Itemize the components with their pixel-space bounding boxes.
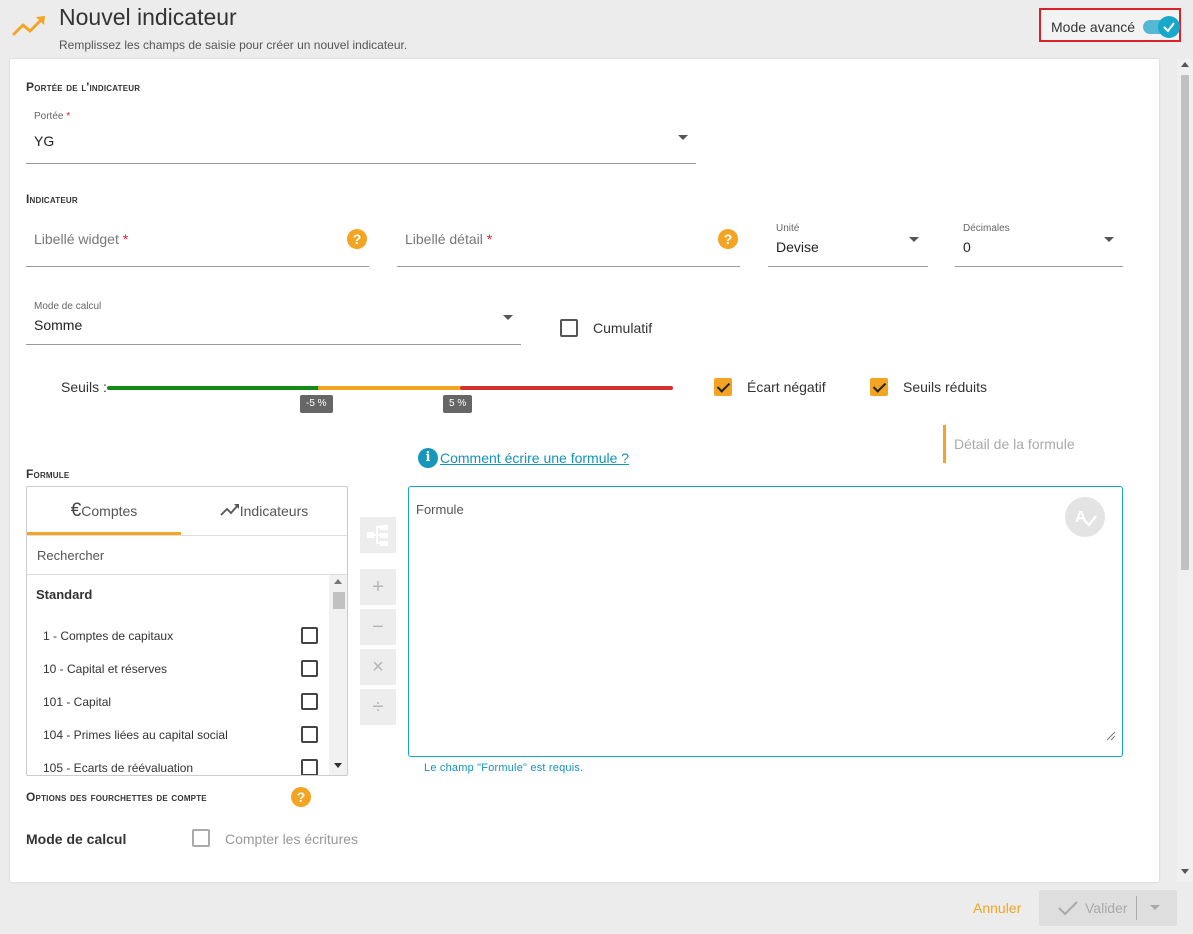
decimals-label: Décimales xyxy=(963,223,1010,234)
calc-mode-underline xyxy=(26,344,521,345)
range-calc-mode-label: Mode de calcul xyxy=(26,831,127,847)
negative-gap-label: Écart négatif xyxy=(747,379,826,395)
help-icon[interactable]: ? xyxy=(347,229,367,249)
threshold-orange-segment xyxy=(318,386,462,390)
advanced-mode-toggle[interactable]: Mode avancé xyxy=(1039,8,1181,42)
validate-button[interactable]: Valider xyxy=(1039,890,1177,926)
accounts-scrollbar[interactable] xyxy=(329,575,347,775)
euro-icon: € xyxy=(70,500,82,521)
chevron-down-icon[interactable] xyxy=(909,237,919,242)
chevron-down-icon[interactable] xyxy=(503,315,513,320)
form-card: Portée de l'indicateur Portée * YG Indic… xyxy=(10,59,1159,882)
toggle-knob xyxy=(1158,16,1180,38)
scope-section-title: Portée de l'indicateur xyxy=(26,80,141,94)
page-scroll-thumb[interactable] xyxy=(1181,75,1189,570)
validate-label: Valider xyxy=(1085,900,1128,916)
cumulative-label: Cumulatif xyxy=(593,320,653,336)
formula-textarea[interactable]: Formule A xyxy=(408,486,1123,757)
count-entries-label: Compter les écritures xyxy=(225,831,359,847)
scroll-thumb[interactable] xyxy=(333,592,345,609)
chevron-down-icon[interactable] xyxy=(1104,237,1114,242)
threshold-green-segment xyxy=(107,386,320,390)
page-title: Nouvel indicateur xyxy=(59,4,237,30)
formula-detail-label[interactable]: Détail de la formule xyxy=(954,436,1075,452)
accounts-search-input[interactable]: Rechercher xyxy=(27,535,347,575)
decimals-underline xyxy=(955,266,1123,267)
unit-select-value[interactable]: Devise xyxy=(776,239,819,255)
tree-icon xyxy=(367,525,388,546)
scope-label: Portée * xyxy=(34,111,71,122)
accounts-group-title: Standard xyxy=(36,587,93,602)
calc-mode-select-value[interactable]: Somme xyxy=(34,317,82,333)
list-item: 105 - Ecarts de réévaluation xyxy=(43,761,194,775)
unit-label: Unité xyxy=(776,223,800,234)
spellcheck-button[interactable]: A xyxy=(1065,497,1105,537)
chevron-down-icon[interactable] xyxy=(678,135,688,140)
button-divider xyxy=(1136,896,1137,920)
tab-indicators[interactable]: Indicateurs xyxy=(187,487,341,535)
threshold-high-handle[interactable]: 5 % xyxy=(443,395,473,413)
tab-accounts[interactable]: €Comptes xyxy=(27,487,181,535)
trend-icon xyxy=(220,504,239,516)
threshold-red-segment xyxy=(460,386,673,390)
formula-detail-marker xyxy=(943,425,946,463)
scope-select-value[interactable]: YG xyxy=(34,133,54,149)
scroll-up-icon[interactable] xyxy=(334,579,342,584)
formula-help-link[interactable]: Comment écrire une formule ? xyxy=(440,450,629,466)
cumulative-checkbox[interactable] xyxy=(560,319,578,337)
account-checkbox[interactable] xyxy=(301,627,318,644)
page-subtitle: Remplissez les champs de saisie pour cré… xyxy=(59,38,408,52)
negative-gap-checkbox[interactable] xyxy=(714,378,732,396)
help-icon[interactable]: ? xyxy=(718,229,738,249)
calc-mode-label: Mode de calcul xyxy=(34,301,102,312)
decimals-select-value[interactable]: 0 xyxy=(963,239,971,255)
multiply-button[interactable]: × xyxy=(360,649,396,685)
cancel-button[interactable]: Annuler xyxy=(973,900,1021,916)
account-checkbox[interactable] xyxy=(301,726,318,743)
accounts-panel: €Comptes Indicateurs Rechercher Standard… xyxy=(26,486,348,776)
scroll-down-icon[interactable] xyxy=(334,763,342,768)
list-item: 101 - Capital xyxy=(43,695,112,709)
reduced-thresholds-checkbox[interactable] xyxy=(870,378,888,396)
formula-section-title: Formule xyxy=(26,467,70,481)
list-item: 10 - Capital et réserves xyxy=(43,662,168,676)
plus-button[interactable]: + xyxy=(360,569,396,605)
formula-placeholder: Formule xyxy=(416,502,464,517)
check-icon xyxy=(1058,901,1078,916)
detail-label-underline xyxy=(397,266,740,267)
account-checkbox[interactable] xyxy=(301,759,318,775)
spellcheck-icon: A xyxy=(1075,509,1097,527)
tree-button[interactable] xyxy=(360,517,396,553)
info-icon: i xyxy=(418,448,438,468)
reduced-thresholds-label: Seuils réduits xyxy=(903,379,988,395)
thresholds-label: Seuils : xyxy=(61,379,107,395)
indicator-section-title: Indicateur xyxy=(26,192,78,206)
account-checkbox[interactable] xyxy=(301,693,318,710)
formula-error: Le champ "Formule" est requis. xyxy=(424,762,584,774)
threshold-low-handle[interactable]: -5 % xyxy=(300,395,333,413)
widget-label-underline xyxy=(26,266,369,267)
minus-button[interactable]: − xyxy=(360,609,396,645)
resize-handle-icon[interactable] xyxy=(1106,731,1116,741)
list-item: 1 - Comptes de capitaux xyxy=(43,629,174,643)
widget-label-input[interactable]: Libellé widget * xyxy=(34,231,128,247)
trend-icon xyxy=(12,14,48,38)
check-icon xyxy=(1163,22,1175,33)
detail-label-input[interactable]: Libellé détail * xyxy=(405,231,492,247)
scroll-down-icon[interactable] xyxy=(1181,869,1189,874)
count-entries-checkbox[interactable] xyxy=(192,829,210,847)
advanced-mode-label: Mode avancé xyxy=(1051,19,1136,35)
unit-underline xyxy=(768,266,928,267)
divide-button[interactable]: ÷ xyxy=(360,689,396,725)
svg-text:A: A xyxy=(1075,509,1087,526)
help-icon[interactable]: ? xyxy=(291,787,311,807)
chevron-down-icon[interactable] xyxy=(1150,905,1160,910)
scroll-up-icon[interactable] xyxy=(1181,62,1189,67)
range-options-section-title: Options des fourchettes de compte xyxy=(26,790,207,804)
scope-underline xyxy=(26,163,696,164)
list-item: 104 - Primes liées au capital social xyxy=(43,728,228,742)
account-checkbox[interactable] xyxy=(301,660,318,677)
